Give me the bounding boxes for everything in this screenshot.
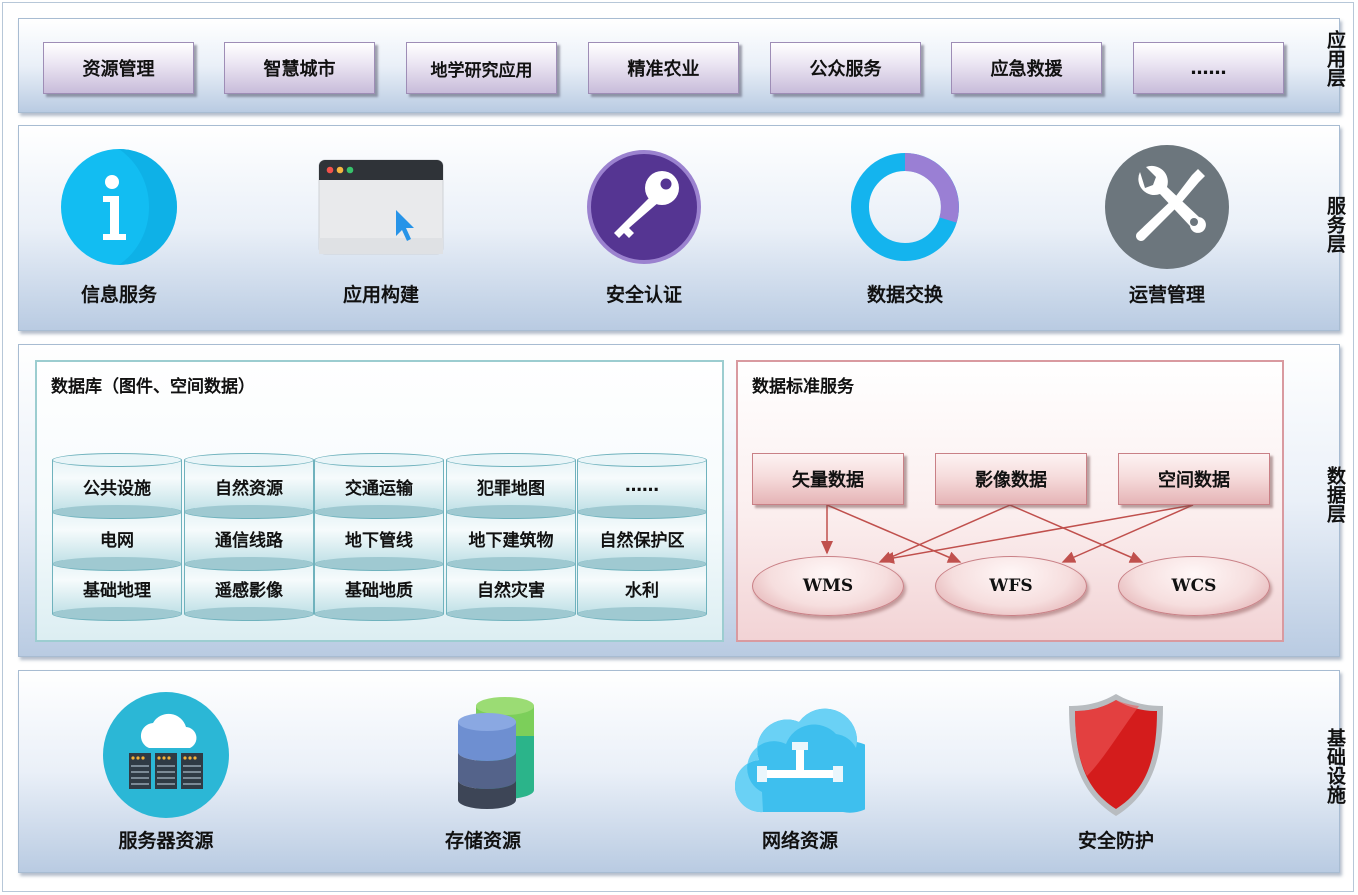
infra-network: 网络资源	[700, 690, 900, 853]
infra-network-label: 网络资源	[761, 830, 838, 852]
source-vector-data: 矢量数据	[752, 453, 904, 505]
target-wms: WMS	[752, 556, 904, 616]
db-cylinder-bottom	[577, 505, 707, 519]
db-cylinder-bottom	[314, 607, 444, 621]
arrow-vector-to-wfs	[826, 504, 962, 563]
db-cylinder-bottom	[314, 557, 444, 571]
db-cylinder-bottom	[577, 607, 707, 621]
target-wfs: WFS	[935, 556, 1087, 616]
infra-security: 安全防护	[1016, 690, 1216, 853]
db-cylinder-bottom	[52, 505, 182, 519]
db-cylinder-bottom	[577, 557, 707, 571]
db-cylinder-bottom	[446, 505, 576, 519]
source-spatial-data: 空间数据	[1118, 453, 1270, 505]
network-cloud-icon	[734, 690, 886, 820]
arrow-image-to-wms	[878, 504, 1011, 563]
infra-server-label: 服务器资源	[118, 830, 214, 852]
db-cylinder-bottom	[184, 607, 314, 621]
db-cylinder-bottom	[314, 505, 444, 519]
shield-icon	[1051, 690, 1181, 820]
infra-security-label: 安全防护	[1077, 830, 1154, 852]
db-cylinder-bottom	[52, 557, 182, 571]
infra-server: 服务器资源	[66, 690, 266, 853]
db-cylinder-bottom	[184, 557, 314, 571]
arrow-spatial-to-wms	[880, 504, 1194, 564]
target-wcs: WCS	[1118, 556, 1270, 616]
db-cylinder-bottom	[446, 607, 576, 621]
infrastructure-layer-label: 基础设施	[1324, 728, 1346, 804]
arrow-spatial-to-wfs	[1061, 504, 1194, 563]
db-cylinder-bottom	[184, 505, 314, 519]
source-image-data: 影像数据	[935, 453, 1087, 505]
infra-storage: 存储资源	[383, 690, 583, 853]
server-cloud-icon	[101, 690, 231, 820]
db-cylinder-bottom	[446, 557, 576, 571]
database-stack-icon	[418, 690, 548, 820]
db-cylinder-bottom	[52, 607, 182, 621]
infra-storage-label: 存储资源	[444, 830, 521, 852]
